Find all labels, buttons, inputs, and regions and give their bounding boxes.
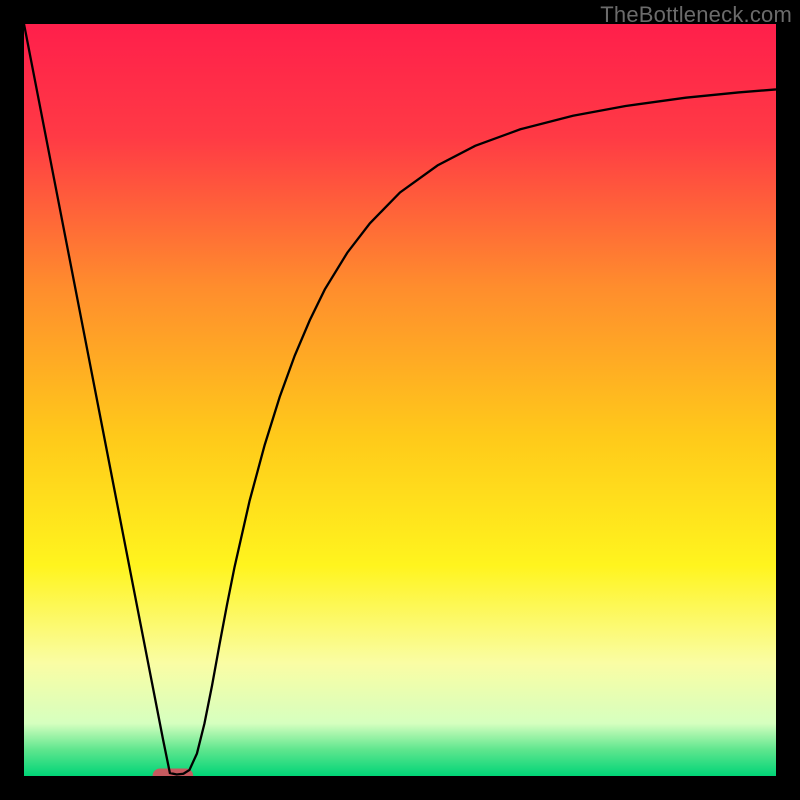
plot-svg [24, 24, 776, 776]
gradient-background [24, 24, 776, 776]
watermark-text: TheBottleneck.com [600, 2, 792, 28]
chart-frame: TheBottleneck.com [0, 0, 800, 800]
plot-area [24, 24, 776, 776]
